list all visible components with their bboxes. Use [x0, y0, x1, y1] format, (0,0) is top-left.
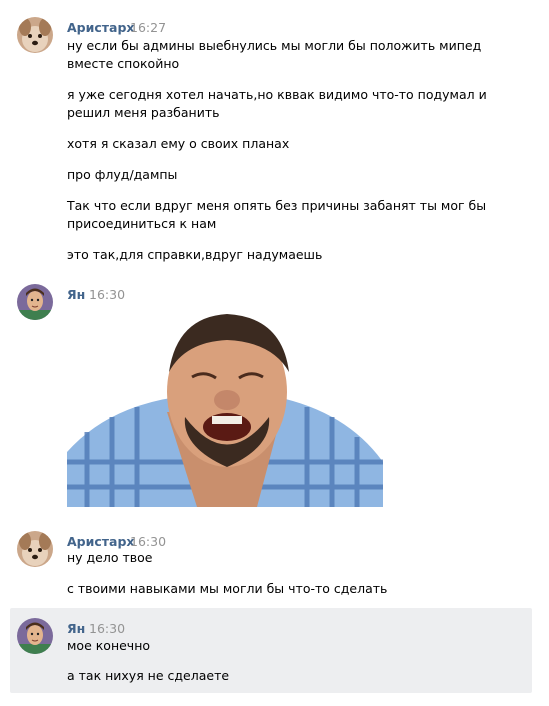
message-text: ну если бы админы выебнулись мы могли бы… [67, 38, 482, 53]
message-text: про флуд/дампы [67, 167, 178, 182]
message-time[interactable]: 16:30 [130, 534, 166, 549]
message-group-selected[interactable]: Ян 16:30 мое конечно а так нихуя не сдел… [10, 608, 532, 693]
dog-avatar-icon[interactable] [17, 17, 53, 53]
message-group: Аристарх 16:27 ну если бы админы выебнул… [0, 0, 549, 280]
message-text: мое конечно [67, 638, 151, 653]
message-time[interactable]: 16:30 [89, 287, 125, 302]
message-text: присоединиться к нам [67, 216, 217, 231]
message-text: Так что если вдруг меня опять без причин… [67, 198, 487, 213]
message-text: я уже сегодня хотел начать,но кввак види… [67, 87, 487, 102]
chat-history[interactable]: Аристарх 16:27 ну если бы админы выебнул… [0, 0, 549, 706]
message-text: а так нихуя не сделаете [67, 668, 230, 683]
message-group: Аристарх 16:30 ну дело твое с твоими нав… [0, 520, 549, 608]
message-author[interactable]: Аристарх [67, 20, 134, 35]
message-author[interactable]: Ян [67, 287, 85, 302]
message-time[interactable]: 16:30 [89, 621, 125, 636]
cartoon-man-avatar-icon[interactable] [17, 618, 53, 654]
message-text: с твоими навыками мы могли бы что-то сде… [67, 581, 388, 596]
dog-avatar-icon[interactable] [17, 531, 53, 567]
message-time[interactable]: 16:27 [130, 20, 166, 35]
laughing-man-photo[interactable] [67, 312, 383, 507]
message-author[interactable]: Аристарх [67, 534, 134, 549]
message-group: Ян 16:30 [0, 280, 549, 520]
message-text: решил меня разбанить [67, 105, 220, 120]
cartoon-man-avatar-icon[interactable] [17, 284, 53, 320]
message-text: это так,для справки,вдруг надумаешь [67, 247, 323, 262]
message-author[interactable]: Ян [67, 621, 85, 636]
message-text: ну дело твое [67, 550, 153, 565]
message-text: вместе спокойно [67, 56, 180, 71]
message-text: хотя я сказал ему о своих планах [67, 136, 290, 151]
